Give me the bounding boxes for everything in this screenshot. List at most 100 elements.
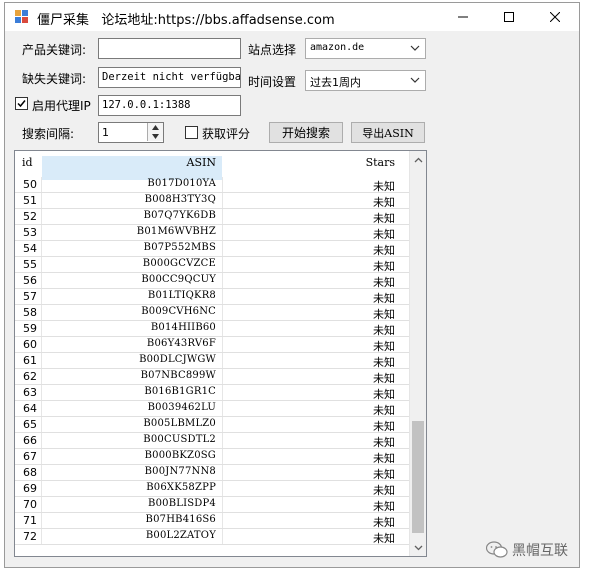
close-button[interactable]: [532, 3, 578, 31]
table-row[interactable]: 68 B00JN77NN8 未知: [15, 465, 409, 481]
cell-asin: B016B1GR1C: [144, 386, 216, 397]
cell-asin: B00BLISDP4: [148, 498, 216, 509]
keyword-input[interactable]: [98, 38, 241, 59]
table-row[interactable]: 71 B07HB416S6 未知: [15, 513, 409, 529]
column-header-asin[interactable]: ASIN: [42, 156, 216, 169]
column-header-stars[interactable]: Stars: [366, 156, 395, 169]
minimize-button[interactable]: [440, 3, 486, 31]
rating-checkbox[interactable]: [185, 126, 198, 139]
vertical-scrollbar[interactable]: [409, 151, 426, 556]
column-divider: [222, 513, 223, 528]
site-label: 站点选择: [248, 43, 297, 57]
cell-asin: B07Q7YK6DB: [143, 210, 216, 221]
rating-label: 获取评分: [202, 127, 251, 141]
cell-id: 55: [23, 258, 37, 271]
close-icon: [550, 12, 560, 22]
table-row[interactable]: 54 B07P552MBS 未知: [15, 241, 409, 257]
cell-asin: B0039462LU: [147, 402, 216, 413]
cell-stars: 未知: [373, 516, 395, 529]
check-icon: [17, 100, 26, 108]
proxy-checkbox[interactable]: [15, 97, 28, 110]
table-row[interactable]: 67 B000BKZ0SG 未知: [15, 449, 409, 465]
start-search-button[interactable]: 开始搜索: [269, 122, 343, 143]
interval-label: 搜索间隔:: [22, 127, 75, 141]
grid-header: id ASIN Stars: [15, 151, 409, 180]
cell-asin: B00CC9QCUY: [141, 274, 216, 285]
cell-asin: B07NBC899W: [140, 370, 216, 381]
column-divider: [222, 433, 223, 448]
table-row[interactable]: 61 B00DLCJWGW 未知: [15, 353, 409, 369]
cell-asin: B014HIIB60: [150, 322, 216, 333]
chevron-down-icon: [410, 45, 420, 51]
cell-asin: B009CVH6NC: [141, 306, 216, 317]
cell-asin: B01LTIQKR8: [147, 290, 216, 301]
table-row[interactable]: 69 B06XK58ZPP 未知: [15, 481, 409, 497]
keyword-label: 产品关键词:: [22, 43, 87, 57]
cell-id: 64: [23, 402, 37, 415]
cell-stars: 未知: [373, 372, 395, 385]
title-bar: 僵尸采集 论坛地址:https://bbs.affadsense.com: [5, 3, 579, 31]
proxy-label: 启用代理IP: [32, 99, 91, 113]
table-row[interactable]: 56 B00CC9QCUY 未知: [15, 273, 409, 289]
cell-stars: 未知: [373, 196, 395, 209]
table-row[interactable]: 65 B005LBMLZ0 未知: [15, 417, 409, 433]
missing-keyword-label: 缺失关键词:: [22, 72, 87, 86]
cell-asin: B07HB416S6: [145, 514, 216, 525]
column-divider: [222, 177, 223, 192]
export-asin-button[interactable]: 导出ASIN: [351, 122, 425, 143]
cell-asin: B07P552MBS: [143, 242, 216, 253]
cell-id: 54: [23, 242, 37, 255]
site-select[interactable]: amazon.de: [305, 38, 426, 59]
table-row[interactable]: 51 B008H3TY3Q 未知: [15, 193, 409, 209]
table-row[interactable]: 53 B01M6WVBHZ 未知: [15, 225, 409, 241]
table-row[interactable]: 55 B000GCVZCE 未知: [15, 257, 409, 273]
scrollbar-thumb[interactable]: [412, 421, 424, 533]
cell-id: 65: [23, 418, 37, 431]
table-row[interactable]: 66 B00CUSDTL2 未知: [15, 433, 409, 449]
table-row[interactable]: 63 B016B1GR1C 未知: [15, 385, 409, 401]
table-row[interactable]: 60 B06Y43RV6F 未知: [15, 337, 409, 353]
column-header-id[interactable]: id: [22, 156, 33, 169]
cell-id: 60: [23, 338, 37, 351]
time-select[interactable]: 过去1周内: [305, 70, 426, 91]
cell-asin: B00JN77NN8: [144, 466, 216, 477]
interval-stepper[interactable]: 1: [98, 122, 164, 143]
app-window: 僵尸采集 论坛地址:https://bbs.affadsense.com 产品关…: [4, 2, 580, 568]
results-grid[interactable]: id ASIN Stars 50 B017D010YA 未知 51 B008H3TY3Q…: [14, 150, 427, 557]
cell-id: 53: [23, 226, 37, 239]
table-row[interactable]: 72 B00L2ZATOY 未知: [15, 529, 409, 545]
grid-rows: 50 B017D010YA 未知 51 B008H3TY3Q 未知 52 B07Q7YK6DB…: [15, 177, 409, 545]
scroll-down-button[interactable]: [410, 539, 426, 556]
table-row[interactable]: 50 B017D010YA 未知: [15, 177, 409, 193]
table-row[interactable]: 70 B00BLISDP4 未知: [15, 497, 409, 513]
cell-stars: 未知: [373, 340, 395, 353]
table-row[interactable]: 64 B0039462LU 未知: [15, 401, 409, 417]
cell-stars: 未知: [373, 532, 395, 545]
table-row[interactable]: 58 B009CVH6NC 未知: [15, 305, 409, 321]
table-row[interactable]: 57 B01LTIQKR8 未知: [15, 289, 409, 305]
cell-asin: B005LBMLZ0: [143, 418, 216, 429]
chevron-down-icon: [410, 77, 420, 83]
wechat-icon: [486, 541, 508, 558]
table-row[interactable]: 52 B07Q7YK6DB 未知: [15, 209, 409, 225]
cell-asin: B017D010YA: [147, 178, 216, 189]
column-divider: [222, 481, 223, 496]
table-row[interactable]: 62 B07NBC899W 未知: [15, 369, 409, 385]
cell-asin: B00DLCJWGW: [139, 354, 216, 365]
cell-id: 52: [23, 210, 37, 223]
missing-keyword-input[interactable]: Derzeit nicht verfügbar: [98, 67, 241, 88]
cell-id: 61: [23, 354, 37, 367]
scroll-up-button[interactable]: [410, 151, 426, 168]
cell-stars: 未知: [373, 324, 395, 337]
cell-id: 71: [23, 514, 37, 527]
column-divider: [222, 257, 223, 272]
cell-id: 51: [23, 194, 37, 207]
column-divider: [222, 209, 223, 224]
column-divider: [222, 241, 223, 256]
table-row[interactable]: 59 B014HIIB60 未知: [15, 321, 409, 337]
column-divider: [222, 369, 223, 384]
maximize-button[interactable]: [486, 3, 532, 31]
column-divider: [222, 353, 223, 368]
stepper-down-button[interactable]: [147, 132, 163, 141]
proxy-input[interactable]: 127.0.0.1:1388: [98, 95, 241, 116]
